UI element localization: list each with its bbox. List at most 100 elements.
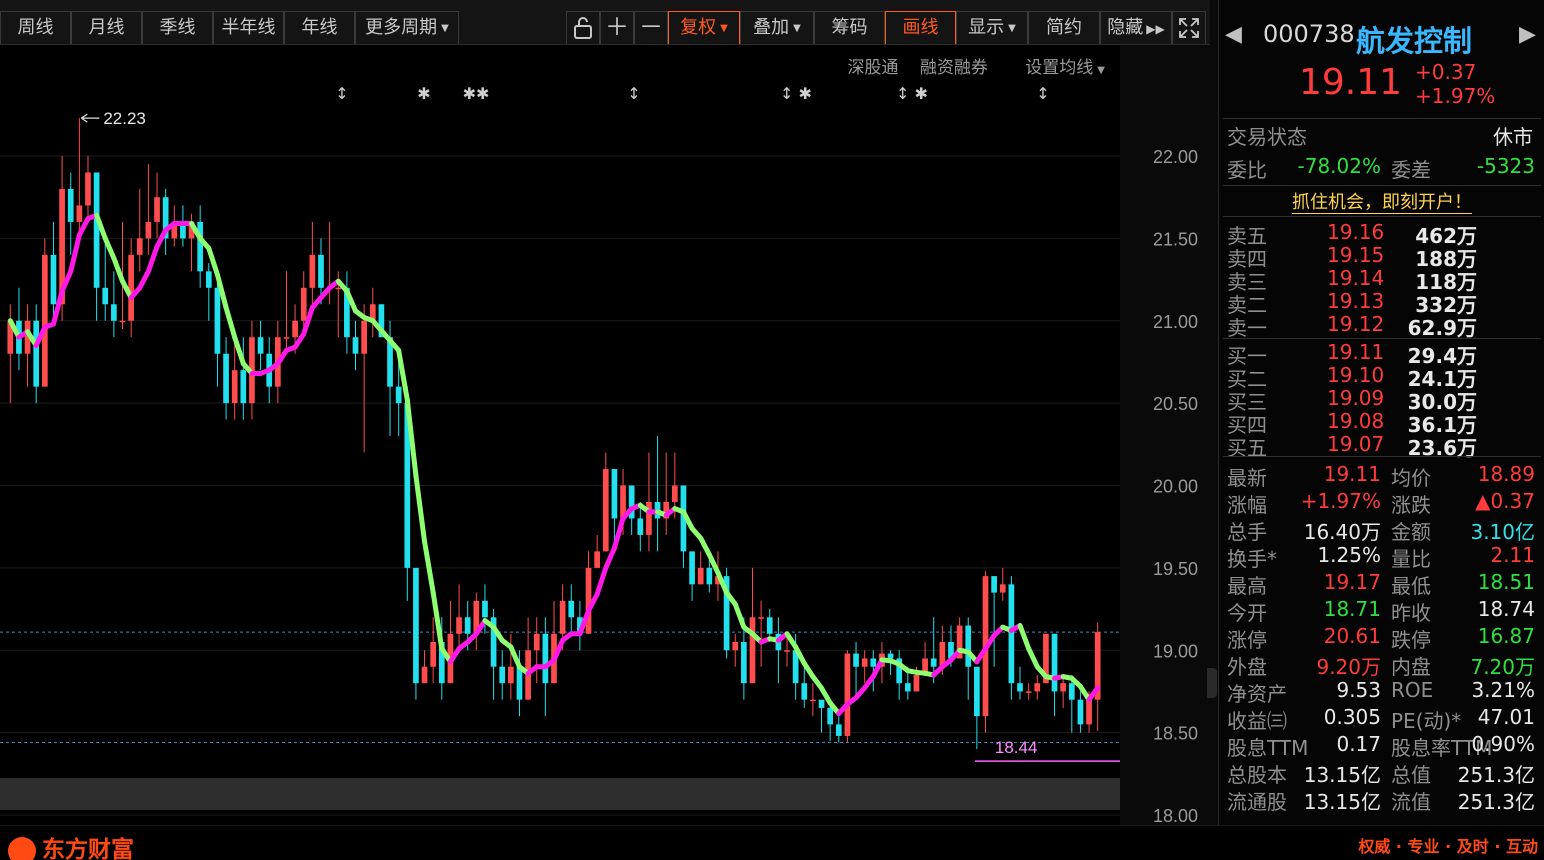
- kline-chart-area[interactable]: 22.00 21.50 21.00 20.50 20.00 19.50 19.00 18.50…: [0, 45, 1210, 825]
- candle-body[interactable]: [1017, 683, 1023, 692]
- candle-body[interactable]: [861, 658, 868, 667]
- candle-body[interactable]: [41, 254, 48, 387]
- margin-trading-link[interactable]: 融资融券: [920, 58, 988, 78]
- candle-body[interactable]: [887, 653, 894, 659]
- candle-body[interactable]: [482, 600, 488, 618]
- candle-body[interactable]: [283, 337, 290, 339]
- candle-body[interactable]: [456, 617, 462, 634]
- display-dropdown[interactable]: 显示 ▼: [956, 11, 1028, 44]
- candle-body[interactable]: [930, 658, 937, 667]
- candle-body[interactable]: [430, 642, 437, 667]
- candle-body[interactable]: [318, 254, 324, 288]
- candle-body[interactable]: [533, 633, 540, 651]
- candle-body[interactable]: [801, 683, 808, 700]
- candle-body[interactable]: [611, 469, 618, 519]
- candle-body[interactable]: [766, 617, 773, 634]
- candle-body[interactable]: [50, 254, 57, 305]
- candle-body[interactable]: [818, 699, 825, 708]
- open-account-link[interactable]: 抓住机会，即刻开户！: [1292, 192, 1472, 214]
- candle-body[interactable]: [85, 172, 91, 206]
- candle-body[interactable]: [637, 518, 644, 535]
- chips-button[interactable]: 筹码: [814, 11, 885, 44]
- candle-body[interactable]: [835, 724, 842, 736]
- candle-body[interactable]: [870, 658, 877, 667]
- candle-body[interactable]: [844, 653, 851, 736]
- candle-body[interactable]: [33, 320, 40, 387]
- period-yearly-tab[interactable]: 年线: [284, 11, 355, 44]
- candle-body[interactable]: [413, 567, 419, 684]
- candle-body[interactable]: [309, 254, 316, 288]
- candle-body[interactable]: [1025, 691, 1032, 693]
- event-marker-icon[interactable]: ↕ ✱: [896, 84, 928, 103]
- candle-body[interactable]: [257, 337, 264, 354]
- hide-panel-button[interactable]: 隐藏 ▶▶: [1100, 11, 1172, 44]
- zoom-in-button[interactable]: ＋: [600, 11, 634, 44]
- candle-body[interactable]: [732, 642, 739, 651]
- candle-body[interactable]: [145, 221, 152, 239]
- candle-body[interactable]: [706, 567, 713, 585]
- candle-body[interactable]: [93, 172, 100, 288]
- candle-body[interactable]: [361, 320, 367, 354]
- ma-settings-dropdown[interactable]: 设置均线 ▼: [1009, 58, 1105, 78]
- event-marker-icon[interactable]: ✱✱: [463, 84, 490, 103]
- candle-body[interactable]: [499, 666, 506, 684]
- candle-body[interactable]: [913, 674, 920, 692]
- candle-body[interactable]: [464, 617, 471, 634]
- event-marker-icon[interactable]: ✱: [417, 84, 430, 103]
- shenguto-link[interactable]: 深股通: [847, 58, 898, 78]
- event-marker-icon[interactable]: ↕: [627, 84, 640, 103]
- candle-body[interactable]: [102, 287, 109, 305]
- candle-body[interactable]: [128, 254, 134, 321]
- candle-body[interactable]: [76, 205, 83, 222]
- candle-body[interactable]: [352, 337, 359, 354]
- candle-body[interactable]: [646, 501, 652, 535]
- candle-body[interactable]: [240, 370, 247, 404]
- candle-body[interactable]: [119, 320, 126, 323]
- candle-body[interactable]: [67, 188, 74, 222]
- candle-body[interactable]: [154, 197, 160, 222]
- candle-body[interactable]: [111, 304, 117, 321]
- candle-body[interactable]: [1051, 633, 1058, 692]
- zoom-out-button[interactable]: －: [634, 11, 668, 44]
- prev-stock-icon[interactable]: ◀: [1225, 22, 1242, 47]
- chart-scrollbar[interactable]: [0, 778, 1120, 810]
- event-marker-icon[interactable]: ↕: [335, 84, 348, 103]
- candle-body[interactable]: [559, 600, 566, 634]
- candle-body[interactable]: [542, 633, 549, 684]
- candle-body[interactable]: [784, 650, 790, 652]
- fullscreen-button[interactable]: [1172, 11, 1206, 44]
- candle-body[interactable]: [292, 320, 298, 338]
- candle-body[interactable]: [197, 221, 204, 272]
- unlock-button[interactable]: [566, 11, 600, 44]
- candle-body[interactable]: [585, 567, 592, 634]
- candle-body[interactable]: [395, 386, 402, 404]
- draw-line-button[interactable]: 画线: [885, 11, 956, 44]
- candle-body[interactable]: [421, 666, 428, 684]
- candle-body[interactable]: [1034, 683, 1041, 692]
- event-marker-icon[interactable]: ↕ ✱: [780, 84, 812, 103]
- candle-body[interactable]: [568, 600, 575, 618]
- candle-body[interactable]: [205, 271, 212, 288]
- candle-body[interactable]: [758, 617, 764, 619]
- candle-body[interactable]: [697, 567, 704, 585]
- period-weekly-tab[interactable]: 周线: [0, 11, 71, 44]
- candle-body[interactable]: [974, 666, 980, 717]
- candle-body[interactable]: [749, 617, 756, 684]
- candle-body[interactable]: [1086, 699, 1092, 725]
- candle-body[interactable]: [827, 707, 834, 725]
- candle-body[interactable]: [516, 666, 523, 700]
- candle-body[interactable]: [671, 485, 678, 502]
- candle-body[interactable]: [1077, 699, 1084, 725]
- candle-body[interactable]: [991, 576, 997, 593]
- event-marker-icon[interactable]: ↕: [1036, 84, 1049, 103]
- candle-body[interactable]: [810, 699, 816, 702]
- candle-body[interactable]: [335, 287, 342, 290]
- candle-body[interactable]: [999, 584, 1006, 593]
- candle-body[interactable]: [1008, 584, 1015, 684]
- candle-body[interactable]: [214, 287, 221, 354]
- candle-body[interactable]: [223, 353, 229, 404]
- kline-chart[interactable]: 22.00 21.50 21.00 20.50 20.00 19.50 19.00 18.50…: [0, 45, 1210, 825]
- candle-body[interactable]: [965, 625, 972, 667]
- simple-mode-button[interactable]: 简约: [1028, 11, 1100, 44]
- fuquan-dropdown[interactable]: 复权 ▼: [668, 11, 740, 44]
